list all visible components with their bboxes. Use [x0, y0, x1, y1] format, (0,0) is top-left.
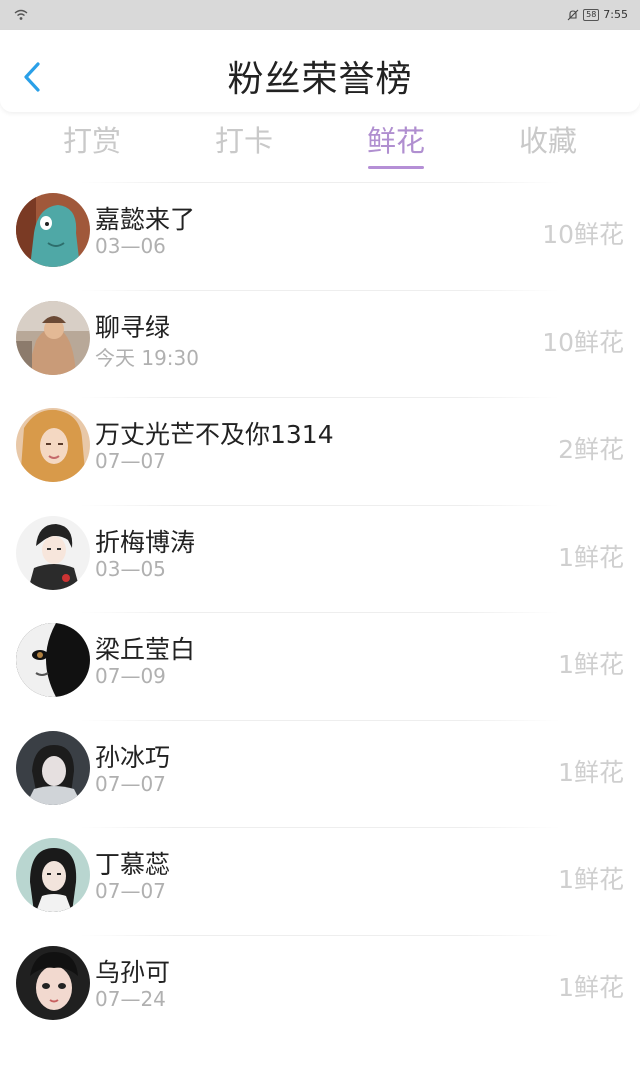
divider: [80, 719, 560, 721]
tab-tip[interactable]: 打赏: [37, 118, 147, 160]
page-title: 粉丝荣誉榜: [227, 59, 413, 100]
fan-name: 嘉懿来了: [95, 205, 196, 234]
flower-count: 1鲜花: [558, 972, 624, 1002]
tab-flowers[interactable]: 鲜花: [341, 118, 451, 169]
tab-favorites[interactable]: 收藏: [493, 118, 603, 160]
fan-name: 聊寻绿: [95, 312, 171, 342]
fan-name: 乌孙可: [95, 957, 171, 987]
avatar[interactable]: [16, 730, 90, 805]
fan-date: 07—07: [95, 879, 166, 903]
fan-name: 折梅博涛: [95, 527, 196, 557]
battery-indicator: 58: [583, 8, 600, 21]
bell-off-icon: [567, 9, 579, 20]
divider: [80, 397, 560, 398]
fan-name: 万丈光芒不及你1314: [95, 420, 334, 449]
fan-date: 07—07: [95, 771, 166, 796]
divider: [80, 934, 560, 936]
fan-list: 嘉懿来了 03—06 10鲜花 聊寻绿 今天 19:30 10鲜花 万丈光芒不及…: [0, 182, 640, 1042]
flower-count: 1鲜花: [558, 542, 624, 572]
tab-label: 收藏: [518, 124, 577, 158]
flower-count: 2鲜花: [558, 435, 624, 464]
avatar[interactable]: [16, 945, 90, 1020]
flower-count: 10鲜花: [542, 220, 624, 249]
flower-count: 1鲜花: [558, 865, 624, 894]
avatar[interactable]: [16, 838, 90, 912]
active-tab-indicator: [368, 166, 424, 169]
divider: [80, 504, 560, 506]
fan-date: 07—24: [95, 986, 166, 1011]
tab-bar: 打赏 打卡 鲜花 收藏: [0, 112, 640, 170]
fan-date: 07—09: [95, 664, 166, 688]
list-item[interactable]: 折梅博涛 03—05 1鲜花: [0, 504, 640, 613]
header: 粉丝荣誉榜: [0, 30, 640, 112]
list-item[interactable]: 梁丘莹白 07—09 1鲜花: [0, 612, 640, 720]
tab-checkin[interactable]: 打卡: [189, 118, 299, 160]
divider: [80, 289, 560, 291]
fan-date: 今天 19:30: [95, 345, 199, 370]
status-bar: 58 7:55: [0, 0, 640, 30]
avatar[interactable]: [16, 515, 90, 590]
fan-name: 梁丘莹白: [95, 635, 196, 664]
fan-name: 丁慕蕊: [95, 850, 171, 879]
flower-count: 10鲜花: [542, 327, 624, 357]
tab-label: 鲜花: [366, 124, 425, 158]
flower-count: 1鲜花: [558, 650, 624, 679]
avatar[interactable]: [16, 408, 90, 482]
avatar[interactable]: [16, 623, 90, 697]
fan-name: 孙冰巧: [95, 742, 171, 772]
wifi-icon: [14, 9, 28, 20]
tab-label: 打卡: [214, 124, 273, 158]
list-item[interactable]: 孙冰巧 07—07 1鲜花: [0, 719, 640, 828]
divider: [80, 827, 560, 828]
list-item[interactable]: 聊寻绿 今天 19:30 10鲜花: [0, 289, 640, 398]
fan-date: 03—05: [95, 556, 166, 581]
fan-date: 03—06: [95, 234, 166, 258]
tab-label: 打赏: [62, 124, 121, 158]
clock: 7:55: [603, 8, 628, 21]
list-item[interactable]: 万丈光芒不及你1314 07—07 2鲜花: [0, 397, 640, 505]
list-item[interactable]: 嘉懿来了 03—06 10鲜花: [0, 182, 640, 290]
divider: [80, 612, 560, 613]
flower-count: 1鲜花: [558, 757, 624, 787]
list-item[interactable]: 乌孙可 07—24 1鲜花: [0, 934, 640, 1043]
list-item[interactable]: 丁慕蕊 07—07 1鲜花: [0, 827, 640, 935]
avatar[interactable]: [16, 193, 90, 267]
divider: [80, 182, 560, 183]
fan-date: 07—07: [95, 449, 166, 473]
avatar[interactable]: [16, 300, 90, 375]
